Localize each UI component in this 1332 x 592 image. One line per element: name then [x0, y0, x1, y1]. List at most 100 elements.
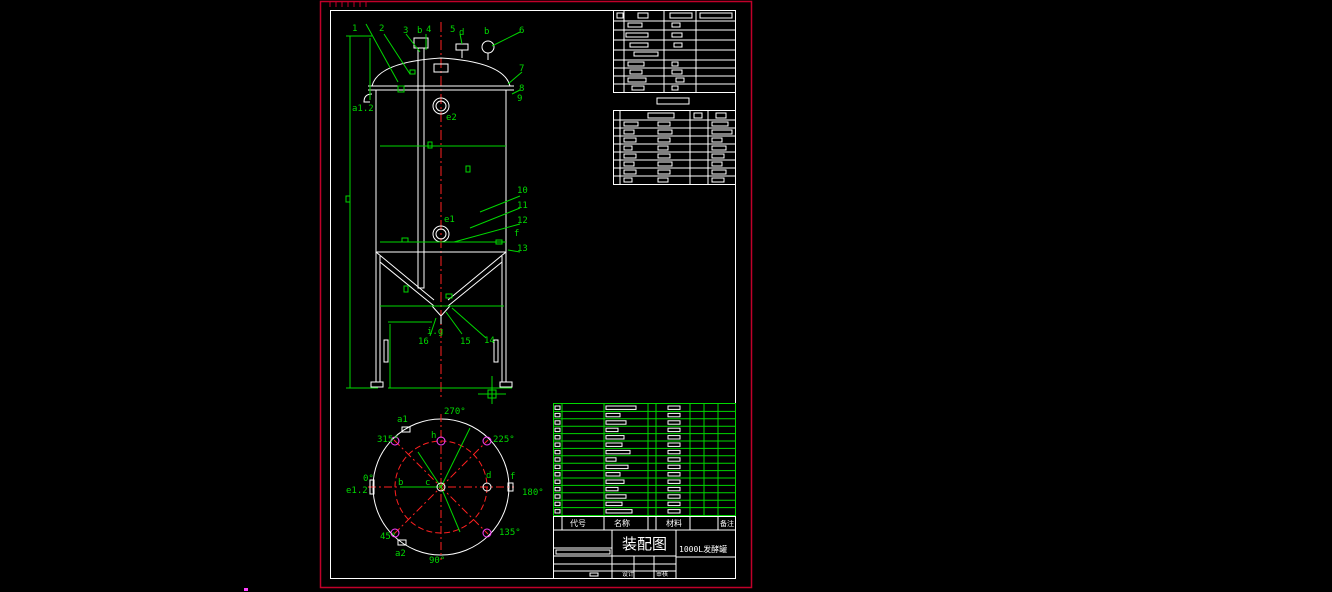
callout-10: 10 — [517, 186, 528, 196]
parts-row-seq-cell — [554, 435, 561, 440]
parts-row-name-cell — [605, 405, 637, 410]
parts-row-material-cell — [667, 427, 681, 433]
nozzle-label-a2: a2 — [395, 549, 406, 559]
parts-row-material-cell — [667, 494, 681, 499]
header-remark: 备注 — [720, 519, 734, 528]
parts-row-name-cell — [605, 486, 619, 492]
callout-14: 14 — [484, 336, 495, 346]
parts-row-seq-cell — [554, 405, 561, 410]
parts-row-seq-cell — [554, 420, 561, 425]
parts-row-material-cell — [667, 405, 681, 410]
nozzle-label-h: h — [431, 431, 436, 441]
callout-e1: e1 — [444, 215, 455, 225]
callout-15: 15 — [460, 337, 471, 347]
parts-row-material-cell — [667, 412, 681, 418]
nozzle-label-b: b — [398, 478, 403, 488]
callout-4: 4 — [426, 25, 431, 35]
header-seq: 代号 — [570, 518, 586, 528]
angle-135: 135° — [499, 528, 521, 538]
callout-a1-2: a1.2 — [352, 104, 374, 114]
parts-row-seq-cell — [554, 479, 561, 484]
label-drawn: 设计 — [622, 570, 634, 578]
technical-data-table — [613, 10, 736, 93]
angle-90: 90° — [429, 556, 445, 566]
drawing-title: 装配图 — [622, 535, 667, 553]
parts-row-name-cell — [605, 449, 631, 455]
parts-row-material-cell — [667, 501, 681, 507]
callout-12: 12 — [517, 216, 528, 226]
callout-e2: e2 — [446, 113, 457, 123]
angle-45: 45° — [380, 532, 396, 542]
parts-row-seq-cell — [554, 494, 561, 499]
angle-0: 0° — [363, 474, 374, 484]
nozzle-label-e12: e1.2 — [346, 486, 368, 496]
callout-b2: b — [484, 27, 489, 37]
parts-row-name-cell — [605, 509, 633, 514]
cad-drawing-canvas: 1 2 3 b 4 5 d b 6 7 8 9 10 11 12 f 13 14… — [244, 0, 753, 591]
parts-row-seq-cell — [554, 464, 561, 470]
parts-row-name-cell — [605, 457, 617, 462]
parts-row-seq-cell — [554, 472, 561, 477]
header-name: 名称 — [614, 518, 630, 528]
callout-11: 11 — [517, 201, 528, 211]
label-checked: 审核 — [656, 570, 668, 578]
port-a1 — [401, 426, 411, 433]
callout-3: 3 — [403, 26, 408, 36]
parts-row-seq-cell — [554, 442, 561, 447]
parts-row-name-cell — [605, 464, 629, 470]
elevation-view: 1 2 3 b 4 5 d b 6 7 8 9 10 11 12 f 13 14… — [345, 22, 528, 404]
callout-5: 5 — [450, 25, 455, 35]
parts-row-seq-cell — [554, 427, 561, 433]
callout-16: 16 — [418, 337, 429, 347]
plan-view: 270° 225° 180° 135° 90° 45° 0° 315° a1 a… — [346, 407, 544, 566]
nozzle-label-a1: a1 — [397, 415, 408, 425]
callout-13: 13 — [517, 244, 528, 254]
parts-row-seq-cell — [554, 449, 561, 455]
plan-radials — [400, 427, 471, 533]
parts-row-name-cell — [605, 479, 625, 484]
parts-row-name-cell — [605, 472, 621, 477]
angle-315: 315° — [377, 435, 399, 445]
nozzle-label-d: d — [486, 471, 491, 481]
parts-row-name-cell — [605, 435, 625, 440]
parts-row-seq-cell — [554, 509, 561, 514]
parts-row-name-cell — [605, 420, 627, 425]
parts-row-seq-cell — [554, 412, 561, 418]
callout-d: d — [459, 28, 464, 38]
parts-row-name-cell — [605, 494, 627, 499]
parts-row-material-cell — [667, 435, 681, 440]
parts-row-name-cell — [605, 442, 623, 447]
callout-ig: i.g — [427, 327, 443, 337]
parts-row-material-cell — [667, 479, 681, 484]
nozzle-label-f: f — [510, 472, 515, 482]
callout-9: 9 — [517, 94, 522, 104]
callout-2: 2 — [379, 24, 384, 34]
nozzle-label-c: c — [425, 478, 430, 488]
header-material: 材料 — [666, 518, 682, 528]
parts-row-material-cell — [667, 457, 681, 462]
callout-1: 1 — [352, 24, 357, 34]
angle-225: 225° — [493, 435, 515, 445]
parts-row-name-cell — [605, 427, 619, 433]
corner-marker — [244, 588, 248, 591]
angle-180: 180° — [522, 488, 544, 498]
outer-frame — [319, 0, 753, 589]
callout-f: f — [514, 229, 519, 239]
callout-7: 7 — [519, 64, 524, 74]
product-name: 1000L发酵罐 — [679, 544, 727, 554]
parts-row-seq-cell — [554, 486, 561, 492]
top-fittings — [363, 37, 495, 289]
parts-row-material-cell — [667, 464, 681, 470]
callout-8: 8 — [519, 84, 524, 94]
parts-row-name-cell — [605, 412, 621, 418]
parts-row-material-cell — [667, 472, 681, 477]
parts-row-material-cell — [667, 449, 681, 455]
parts-row-material-cell — [667, 442, 681, 447]
parts-row-material-cell — [667, 420, 681, 425]
parts-row-seq-cell — [554, 457, 561, 462]
parts-list — [553, 403, 736, 516]
parts-row-seq-cell — [554, 501, 561, 507]
parts-row-material-cell — [667, 509, 681, 514]
parts-list-rows — [553, 405, 735, 514]
callout-b: b — [417, 26, 422, 36]
